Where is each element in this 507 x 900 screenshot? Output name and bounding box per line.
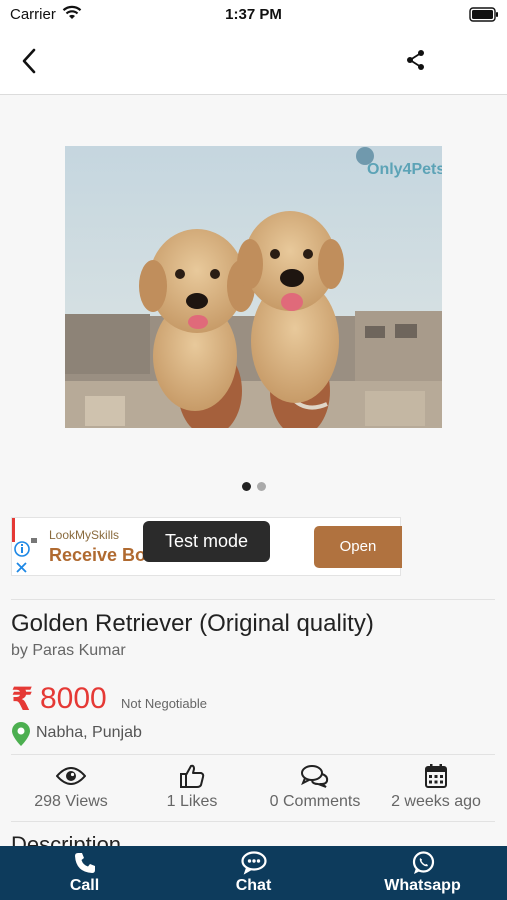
calendar-icon	[425, 764, 447, 788]
likes-count: 1 Likes	[166, 793, 218, 810]
back-arrow-icon[interactable]	[16, 46, 44, 76]
listing-title: Golden Retriever (Original quality)	[11, 610, 374, 637]
share-icon[interactable]	[404, 48, 428, 72]
divider	[11, 821, 495, 822]
status-bar: Carrier 1:37 PM	[0, 0, 507, 30]
page-dot[interactable]	[256, 482, 266, 491]
chat-button[interactable]: Chat	[169, 846, 338, 900]
navigation-bar	[0, 30, 507, 95]
ad-info-icon[interactable]	[12, 518, 42, 577]
listing-stats: 298 Views 1 Likes 0 Comments 2 weeks ago	[0, 762, 507, 817]
stat-posted: 2 weeks ago	[366, 762, 506, 811]
location-pin-icon	[12, 722, 30, 746]
eye-icon	[56, 767, 86, 785]
stat-comments[interactable]: 0 Comments	[245, 762, 385, 811]
divider	[11, 754, 495, 755]
watermark-text: Only4Pets	[367, 161, 442, 178]
listing-photo[interactable]: Only4Pets	[65, 146, 442, 428]
gallery-pagination	[0, 482, 507, 491]
ad-open-button[interactable]: Open	[314, 526, 402, 568]
phone-icon	[74, 853, 95, 873]
test-mode-toast: Test mode	[143, 521, 270, 562]
rupee-icon: ₹	[11, 680, 34, 718]
ad-brand: LookMySkills	[49, 528, 120, 542]
stat-views: 298 Views	[1, 762, 141, 811]
price-value: 8000	[40, 682, 107, 715]
whatsapp-button[interactable]: Whatsapp	[338, 846, 507, 900]
whatsapp-icon	[412, 851, 434, 874]
chat-label: Chat	[235, 877, 272, 894]
comments-count: 0 Comments	[269, 793, 361, 810]
posted-time: 2 weeks ago	[391, 793, 481, 810]
whatsapp-label: Whatsapp	[384, 877, 461, 894]
comments-icon[interactable]	[300, 764, 330, 788]
chat-icon	[240, 851, 267, 875]
seller-name: by Paras Kumar	[11, 642, 126, 659]
bottom-action-bar: Call Chat Whatsapp	[0, 846, 507, 900]
page-dot-active[interactable]	[241, 482, 251, 491]
battery-icon	[469, 7, 498, 22]
call-button[interactable]: Call	[0, 846, 169, 900]
negotiable-label: Not Negotiable	[121, 696, 207, 711]
divider	[11, 599, 495, 600]
location-text: Nabha, Punjab	[36, 724, 142, 741]
views-count: 298 Views	[34, 793, 108, 810]
thumbs-up-icon[interactable]	[179, 763, 205, 789]
puppies-image: Only4Pets	[65, 146, 442, 428]
stat-likes[interactable]: 1 Likes	[122, 762, 262, 811]
call-label: Call	[69, 877, 100, 894]
clock: 1:37 PM	[225, 6, 282, 23]
